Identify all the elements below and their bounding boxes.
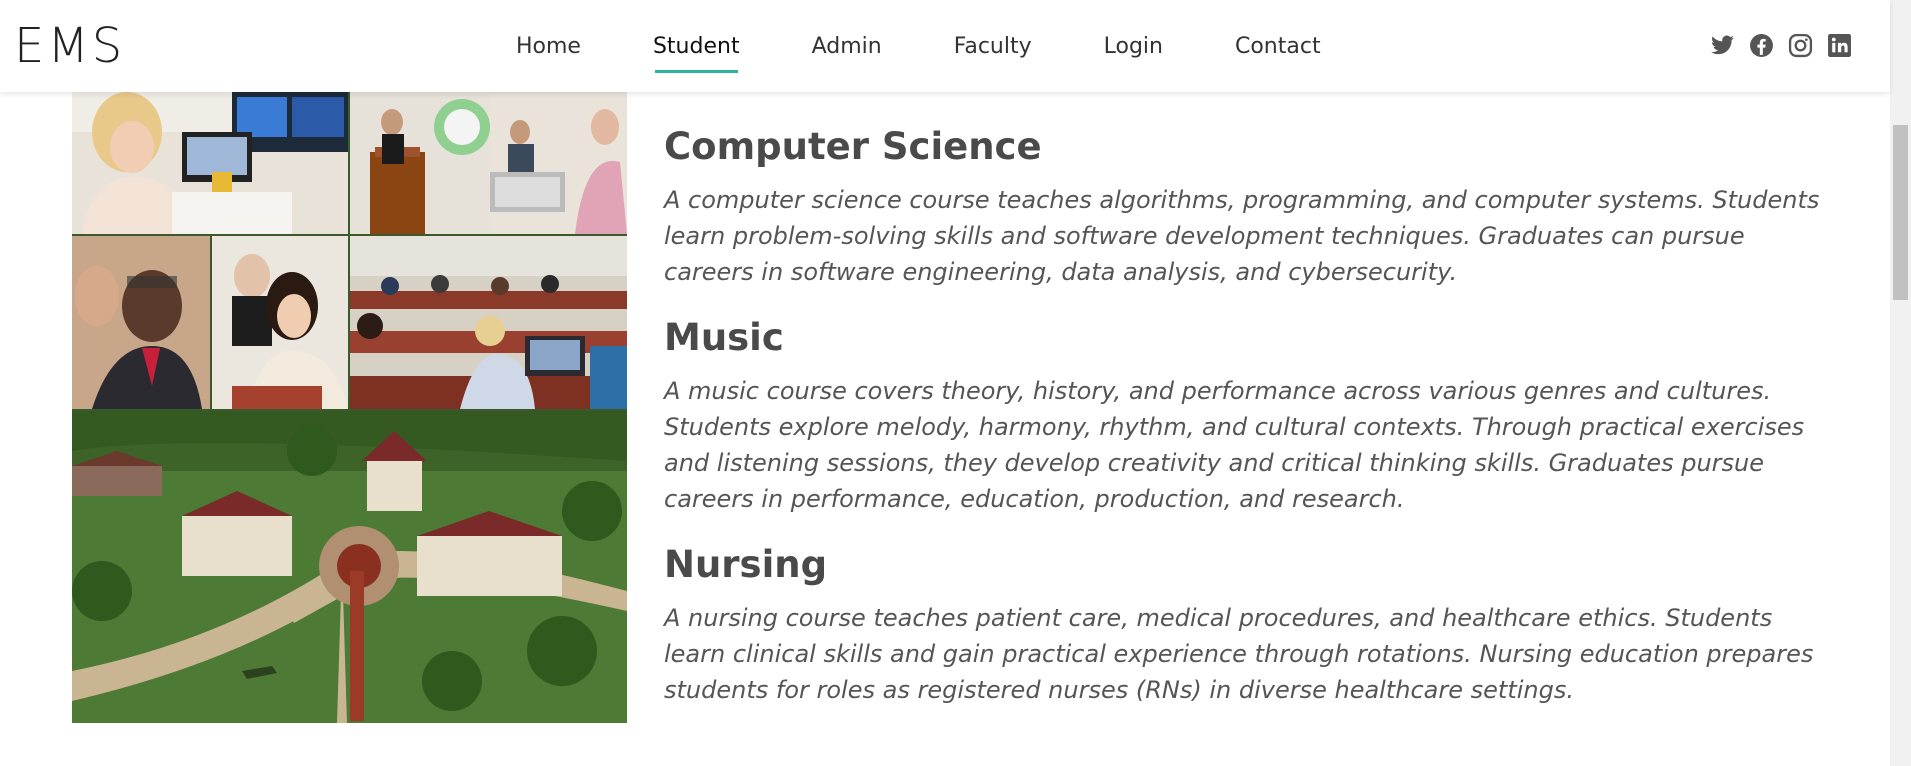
top-navbar: EMS Home Student Admin Faculty Login Con… [0, 0, 1890, 92]
course-title-nursing: Nursing [664, 543, 828, 586]
nav-link-home[interactable]: Home [516, 34, 581, 59]
twitter-icon[interactable] [1710, 33, 1735, 58]
course-description-computer-science: A computer science course teaches algori… [664, 186, 1820, 286]
photo-lecture-hall [350, 236, 627, 409]
course-title-music: Music [664, 316, 784, 359]
photo-student-writing [212, 236, 348, 409]
photo-campus-aerial-view [72, 411, 627, 723]
brand-logo[interactable]: EMS [14, 18, 125, 74]
linkedin-icon[interactable] [1827, 33, 1852, 58]
campus-photo-collage [72, 92, 627, 723]
nav-link-contact[interactable]: Contact [1235, 34, 1321, 59]
page-scrollbar[interactable] [1890, 0, 1911, 766]
course-description-nursing: A nursing course teaches patient care, m… [664, 604, 1814, 704]
scrollbar-thumb[interactable] [1893, 125, 1908, 300]
nav-link-faculty[interactable]: Faculty [954, 34, 1032, 59]
main-nav: Home Student Admin Faculty Login Contact [480, 0, 1357, 92]
photo-students-at-computers [72, 92, 348, 234]
facebook-icon[interactable] [1749, 33, 1774, 58]
nav-link-login[interactable]: Login [1104, 34, 1163, 59]
nav-link-student[interactable]: Student [653, 34, 740, 73]
nav-link-admin[interactable]: Admin [812, 34, 882, 59]
social-links [1710, 33, 1852, 58]
instagram-icon[interactable] [1788, 33, 1813, 58]
photo-lecture-podium [350, 92, 627, 234]
photo-smiling-instructor [72, 236, 210, 409]
course-title-computer-science: Computer Science [664, 125, 1042, 168]
course-description-music: A music course covers theory, history, a… [664, 377, 1805, 513]
